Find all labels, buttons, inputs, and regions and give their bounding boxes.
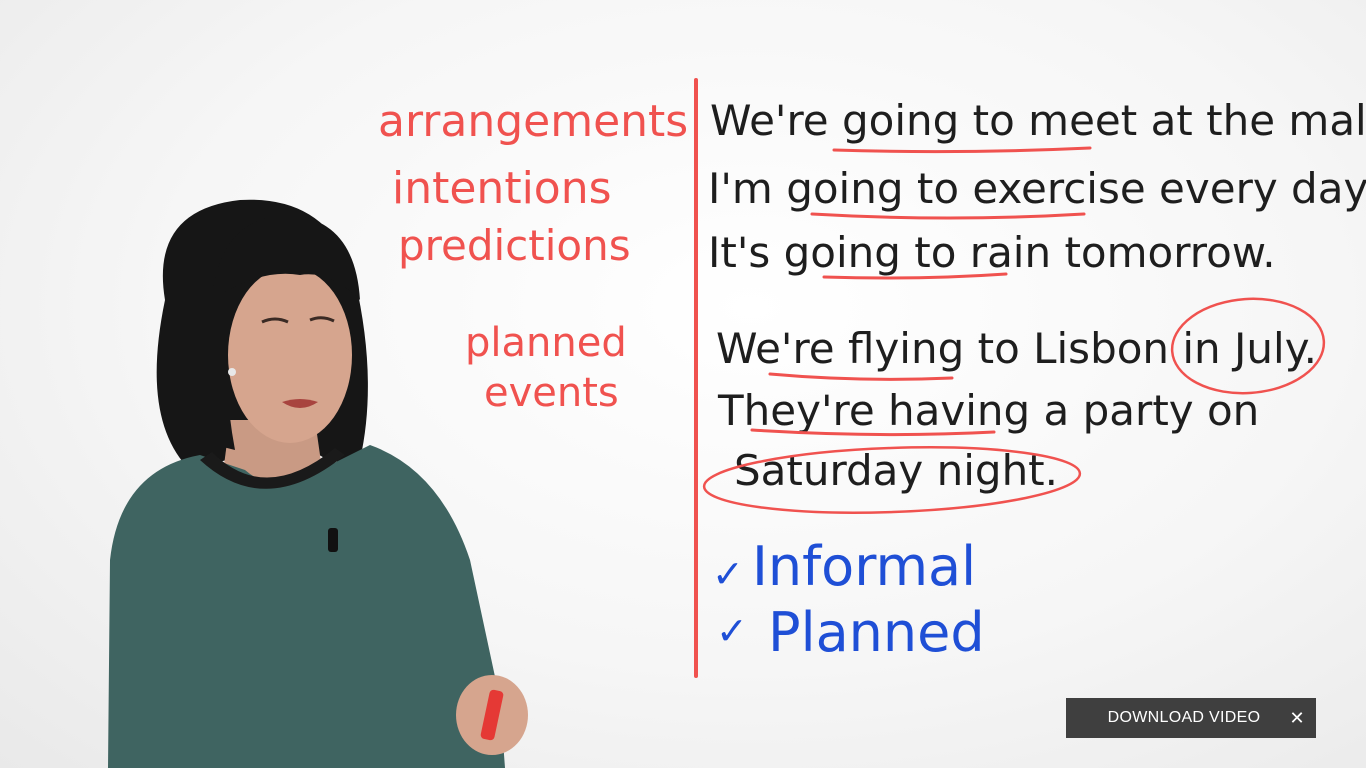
- teacher-figure: [108, 199, 528, 768]
- download-video-button[interactable]: DOWNLOAD VIDEO: [1066, 709, 1282, 727]
- close-icon[interactable]: ✕: [1282, 708, 1312, 729]
- download-video-bar: DOWNLOAD VIDEO ✕: [1066, 698, 1316, 738]
